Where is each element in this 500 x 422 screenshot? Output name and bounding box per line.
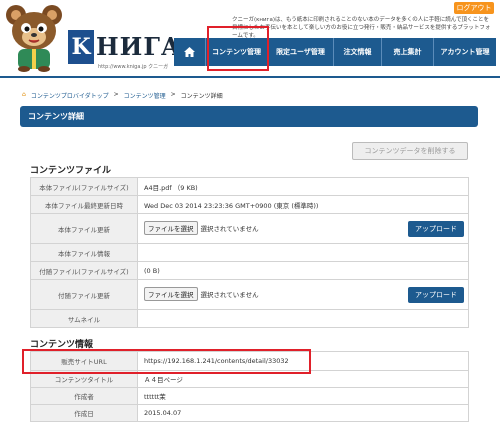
choose-file-button[interactable]: ファイルを選択 <box>144 286 198 301</box>
bear-mascot-icon <box>6 5 62 72</box>
table-row: 本体ファイル情報 <box>30 243 469 262</box>
author-label: 作成者 <box>30 387 138 405</box>
highlight-box-nav <box>207 26 269 71</box>
attach-file-size-label: 付随ファイル(ファイルサイズ) <box>30 261 138 280</box>
page-title: コンテンツ詳細 <box>20 106 478 127</box>
main-file-update-label: 本体ファイル更新 <box>30 213 138 244</box>
table-row: 付随ファイル(ファイルサイズ) (0 B) <box>30 261 469 280</box>
logo-url: http://www.kniga.jp クニーガ <box>98 64 169 70</box>
table-row: 本体ファイル(ファイルサイズ) A4目.pdf （9 KB) <box>30 177 469 196</box>
created-date-value: 2015.04.07 <box>137 404 469 422</box>
nav-limited-user-management[interactable]: 限定ユーザ管理 <box>268 38 334 66</box>
main-file-input[interactable]: ファイルを選択 選択されていません <box>144 220 408 235</box>
logout-button[interactable]: ログアウト <box>454 2 494 14</box>
main-file-size-value: A4目.pdf （9 KB) <box>137 177 469 196</box>
main-file-info-label: 本体ファイル情報 <box>30 243 138 262</box>
author-value: tttttt茉 <box>137 387 469 405</box>
breadcrumb-content-management[interactable]: コンテンツ管理 <box>124 91 166 100</box>
attach-file-input[interactable]: ファイルを選択 選択されていません <box>144 286 408 301</box>
thumbnail-label: サムネイル <box>30 309 138 328</box>
nav-order-info[interactable]: 注文情報 <box>334 38 382 66</box>
attach-file-size-value: (0 B) <box>137 261 469 280</box>
table-row: サムネイル <box>30 309 469 328</box>
kniga-logo[interactable]: K НИГА. http://www.kniga.jp クニーガ <box>68 30 190 70</box>
thumbnail-value <box>137 309 469 328</box>
breadcrumb-current: コンテンツ詳細 <box>180 93 223 100</box>
highlight-box-sales-url <box>22 349 311 374</box>
table-row: 付随ファイル更新 アップロード ファイルを選択 選択されていません <box>30 279 469 310</box>
table-row: 作成者 tttttt茉 <box>30 387 469 405</box>
content-file-table: 本体ファイル(ファイルサイズ) A4目.pdf （9 KB) 本体ファイル最終更… <box>30 177 469 328</box>
file-status: 選択されていません <box>200 224 259 233</box>
main-file-upload-button[interactable]: アップロード <box>408 220 464 237</box>
table-row: 作成日 2015.04.07 <box>30 404 469 422</box>
content-file-heading: コンテンツファイル <box>30 166 112 176</box>
site-tagline: クニーガ(κнига)は、もう紙本に印刷されることのない本のデータを多くの人に手… <box>232 17 491 39</box>
main-file-updated-label: 本体ファイル最終更新日時 <box>30 195 138 214</box>
logo-letter: K <box>68 30 94 64</box>
table-row: 本体ファイル更新 アップロード ファイルを選択 選択されていません <box>30 213 469 244</box>
attach-file-upload-button[interactable]: アップロード <box>408 286 464 303</box>
breadcrumb: ⌂ コンテンツプロバイダトップ > コンテンツ管理 > コンテンツ詳細 <box>22 91 223 100</box>
nav-home[interactable] <box>174 38 206 66</box>
file-status: 選択されていません <box>200 290 259 299</box>
main-file-updated-value: Wed Dec 03 2014 23:23:36 GMT+0900 (東京 (標… <box>137 195 469 214</box>
header-divider <box>0 76 500 78</box>
breadcrumb-provider-top[interactable]: コンテンツプロバイダトップ <box>31 91 109 100</box>
table-row: 本体ファイル最終更新日時 Wed Dec 03 2014 23:23:36 GM… <box>30 195 469 214</box>
breadcrumb-separator: > <box>113 91 119 98</box>
main-file-size-label: 本体ファイル(ファイルサイズ) <box>30 177 138 196</box>
nav-account-management[interactable]: アカウント管理 <box>434 38 496 66</box>
delete-content-data-button[interactable]: コンテンツデータを削除する <box>352 142 468 160</box>
nav-sales-summary[interactable]: 売上集計 <box>382 38 434 66</box>
main-file-info-value <box>137 243 469 262</box>
attach-file-update-label: 付随ファイル更新 <box>30 279 138 310</box>
home-icon <box>184 47 195 57</box>
home-icon: ⌂ <box>22 91 26 98</box>
breadcrumb-separator: > <box>170 91 176 98</box>
choose-file-button[interactable]: ファイルを選択 <box>144 220 198 235</box>
created-date-label: 作成日 <box>30 404 138 422</box>
